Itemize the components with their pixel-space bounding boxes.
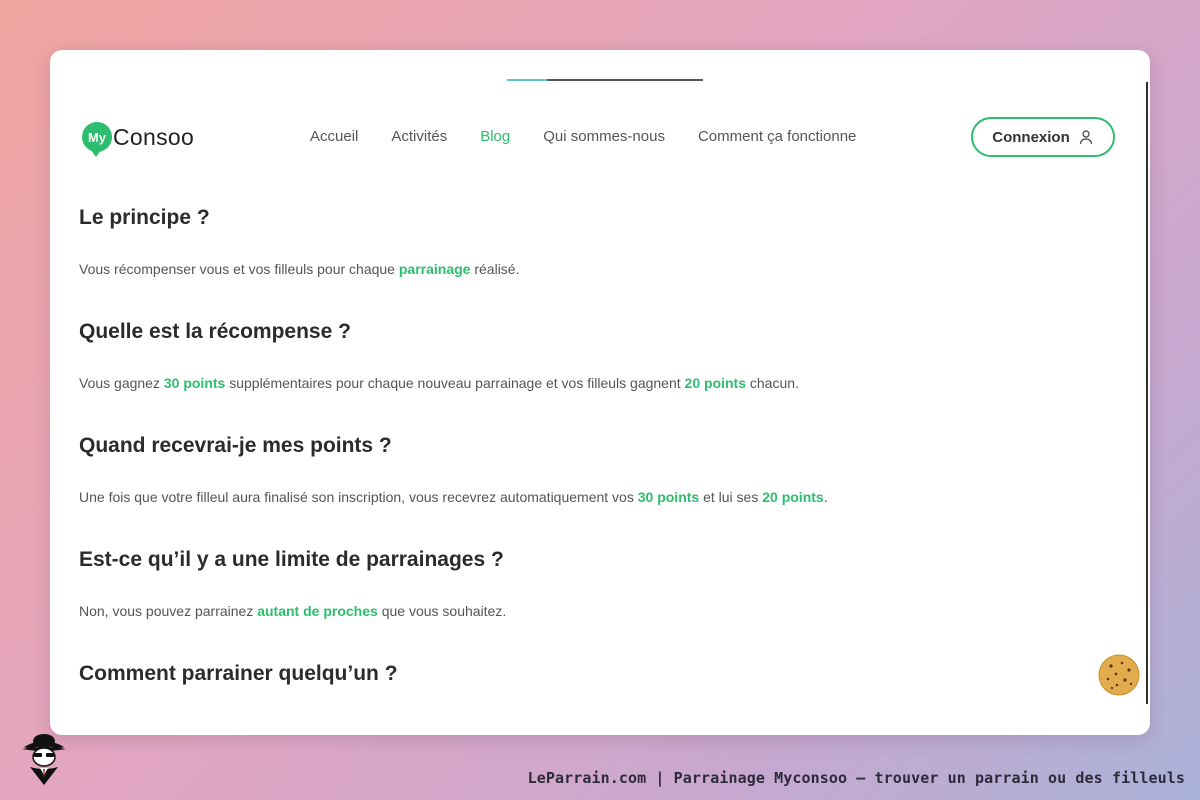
faq-section-recompense: Quelle est la récompense ? Vous gagnez 3… (79, 320, 1119, 393)
highlight-text: 20 points (762, 489, 824, 505)
highlight-text: 20 points (684, 375, 746, 391)
highlight-link[interactable]: parrainage (399, 261, 471, 277)
user-icon (1079, 130, 1092, 145)
faq-question: Est-ce qu’il y a une limite de parrainag… (79, 548, 504, 571)
scroll-progress-bar (507, 79, 703, 81)
browser-page: My Consoo Accueil Activités Blog Qui som… (50, 50, 1150, 735)
nav-item-activites[interactable]: Activités (391, 128, 447, 145)
scroll-progress-fill (507, 79, 547, 81)
cookie-icon[interactable] (1098, 654, 1140, 696)
faq-question: Le principe ? (79, 206, 210, 229)
faq-question: Comment parrainer quelqu’un ? (79, 662, 398, 685)
nav-item-blog[interactable]: Blog (480, 128, 510, 145)
nav-item-qui-sommes-nous[interactable]: Qui sommes-nous (543, 128, 665, 145)
faq-answer: Une fois que votre filleul aura finalisé… (79, 489, 828, 505)
faq-answer: Non, vous pouvez parrainez autant de pro… (79, 603, 507, 619)
faq-section-comment: Comment parrainer quelqu’un ? (79, 662, 1119, 686)
faq-section-limite: Est-ce qu’il y a une limite de parrainag… (79, 548, 1119, 621)
highlight-text: autant de proches (257, 603, 378, 619)
faq-answer: Vous récompenser vous et vos filleuls po… (79, 261, 520, 277)
faq-content: Le principe ? Vous récompenser vous et v… (79, 206, 1119, 727)
faq-section-principe: Le principe ? Vous récompenser vous et v… (79, 206, 1119, 279)
footer-caption: LeParrain.com | Parrainage Myconsoo — tr… (527, 769, 1185, 787)
main-nav: Accueil Activités Blog Qui sommes-nous C… (310, 128, 889, 145)
myconsoo-logo[interactable]: My Consoo (82, 120, 195, 157)
highlight-text: 30 points (163, 375, 226, 391)
spy-mascot-icon (22, 734, 66, 785)
nav-item-accueil[interactable]: Accueil (310, 128, 358, 145)
login-button[interactable]: Connexion (971, 117, 1115, 157)
faq-question: Quand recevrai-je mes points ? (79, 434, 392, 457)
faq-question: Quelle est la récompense ? (79, 320, 351, 343)
highlight-text: 30 points (637, 489, 700, 505)
nav-item-comment-ca-fonctionne[interactable]: Comment ça fonctionne (698, 128, 856, 145)
faq-answer: Vous gagnez 30 points supplémentaires po… (79, 375, 799, 391)
scrollbar[interactable] (1146, 82, 1148, 704)
faq-section-points: Quand recevrai-je mes points ? Une fois … (79, 434, 1119, 507)
logo-text: Consoo (113, 123, 195, 150)
login-button-label: Connexion (992, 128, 1070, 146)
logo-badge: My (82, 122, 112, 157)
